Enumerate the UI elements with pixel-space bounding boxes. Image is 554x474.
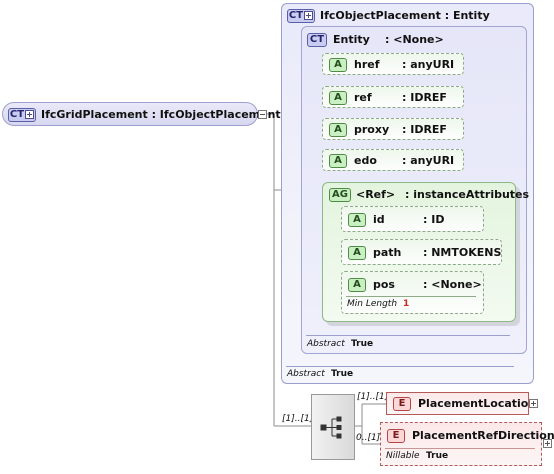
attribute-edo[interactable]: A edo : anyURI — [322, 149, 464, 171]
divider — [346, 296, 476, 297]
attribute-group-badge: AG — [329, 188, 351, 202]
expand-icon — [25, 109, 35, 119]
root-type-name: IfcGridPlacement : IfcObjectPlacement — [41, 108, 281, 121]
attribute-href[interactable]: A href : anyURI — [322, 53, 464, 75]
abstract-label: Abstract — [287, 369, 325, 379]
attribute-type: : NMTOKENS — [423, 246, 502, 259]
attribute-type: : ID — [423, 213, 445, 226]
expand-button[interactable] — [529, 399, 538, 408]
attribute-ref[interactable]: A ref : IDREF — [322, 86, 464, 108]
element-placement-ref-direction[interactable]: E PlacementRefDirection Nillable True — [380, 422, 554, 466]
attribute-badge: A — [329, 91, 347, 105]
attribute-name: path — [373, 246, 402, 259]
nillable-value: True — [426, 451, 449, 461]
attribute-pos[interactable]: A pos : <None> Min Length 1 — [341, 271, 484, 314]
sequence-compositor[interactable] — [311, 394, 355, 460]
attribute-badge: A — [329, 58, 347, 72]
root-complex-type[interactable]: CT IfcGridPlacement : IfcObjectPlacement — [2, 102, 281, 126]
attribute-type: : anyURI — [402, 154, 455, 167]
collapse-button[interactable] — [258, 110, 267, 119]
attribute-name: pos — [373, 278, 395, 291]
attribute-badge: A — [329, 154, 347, 168]
attribute-type: : anyURI — [402, 58, 455, 71]
attribute-name: proxy — [354, 123, 390, 136]
attribute-name: edo — [354, 154, 377, 167]
attribute-name: href — [354, 58, 380, 71]
attribute-group-type: : instanceAttributes — [405, 188, 530, 201]
attribute-name: ref — [354, 91, 372, 104]
abstract-value: True — [351, 339, 374, 349]
entity-type-name: Entity — [333, 33, 370, 46]
complex-type-badge: CT — [287, 9, 315, 23]
attribute-id[interactable]: A id : ID — [341, 206, 484, 232]
divider — [306, 335, 510, 336]
attribute-badge: A — [348, 278, 366, 292]
element-badge: E — [393, 397, 411, 411]
expand-button[interactable] — [543, 439, 552, 448]
abstract-label: Abstract — [307, 339, 345, 349]
divider — [385, 448, 535, 449]
attribute-type: : IDREF — [402, 91, 447, 104]
element-name: PlacementRefDirection — [412, 429, 554, 442]
sequence-icon — [320, 416, 342, 439]
complex-type-badge: CT — [307, 33, 327, 47]
element-name: PlacementLocation — [418, 397, 537, 410]
attribute-group-name: <Ref> — [356, 188, 396, 201]
facet-value: 1 — [403, 299, 410, 309]
divider — [286, 366, 514, 367]
element-cardinality: [1]..[1] — [357, 392, 389, 402]
attribute-name: id — [373, 213, 385, 226]
attribute-proxy[interactable]: A proxy : IDREF — [322, 118, 464, 140]
nillable-label: Nillable — [386, 451, 420, 461]
element-placement-location[interactable]: E PlacementLocation — [386, 392, 536, 415]
sequence-cardinality: [1]..[1] — [282, 414, 314, 424]
attribute-path[interactable]: A path : NMTOKENS — [341, 239, 502, 265]
attribute-type: : IDREF — [402, 123, 447, 136]
abstract-value: True — [331, 369, 354, 379]
facet-label: Min Length — [347, 299, 398, 309]
attribute-badge: A — [348, 213, 366, 227]
entity-type-type: : <None> — [385, 33, 444, 46]
complex-type-badge: CT — [8, 108, 36, 122]
attribute-type: : <None> — [423, 278, 482, 291]
attribute-badge: A — [329, 123, 347, 137]
element-badge: E — [387, 429, 405, 443]
attribute-badge: A — [348, 246, 366, 260]
base-type-name: IfcObjectPlacement : Entity — [320, 9, 490, 22]
expand-icon — [304, 10, 314, 20]
element-cardinality: 0..[1] — [356, 433, 381, 443]
